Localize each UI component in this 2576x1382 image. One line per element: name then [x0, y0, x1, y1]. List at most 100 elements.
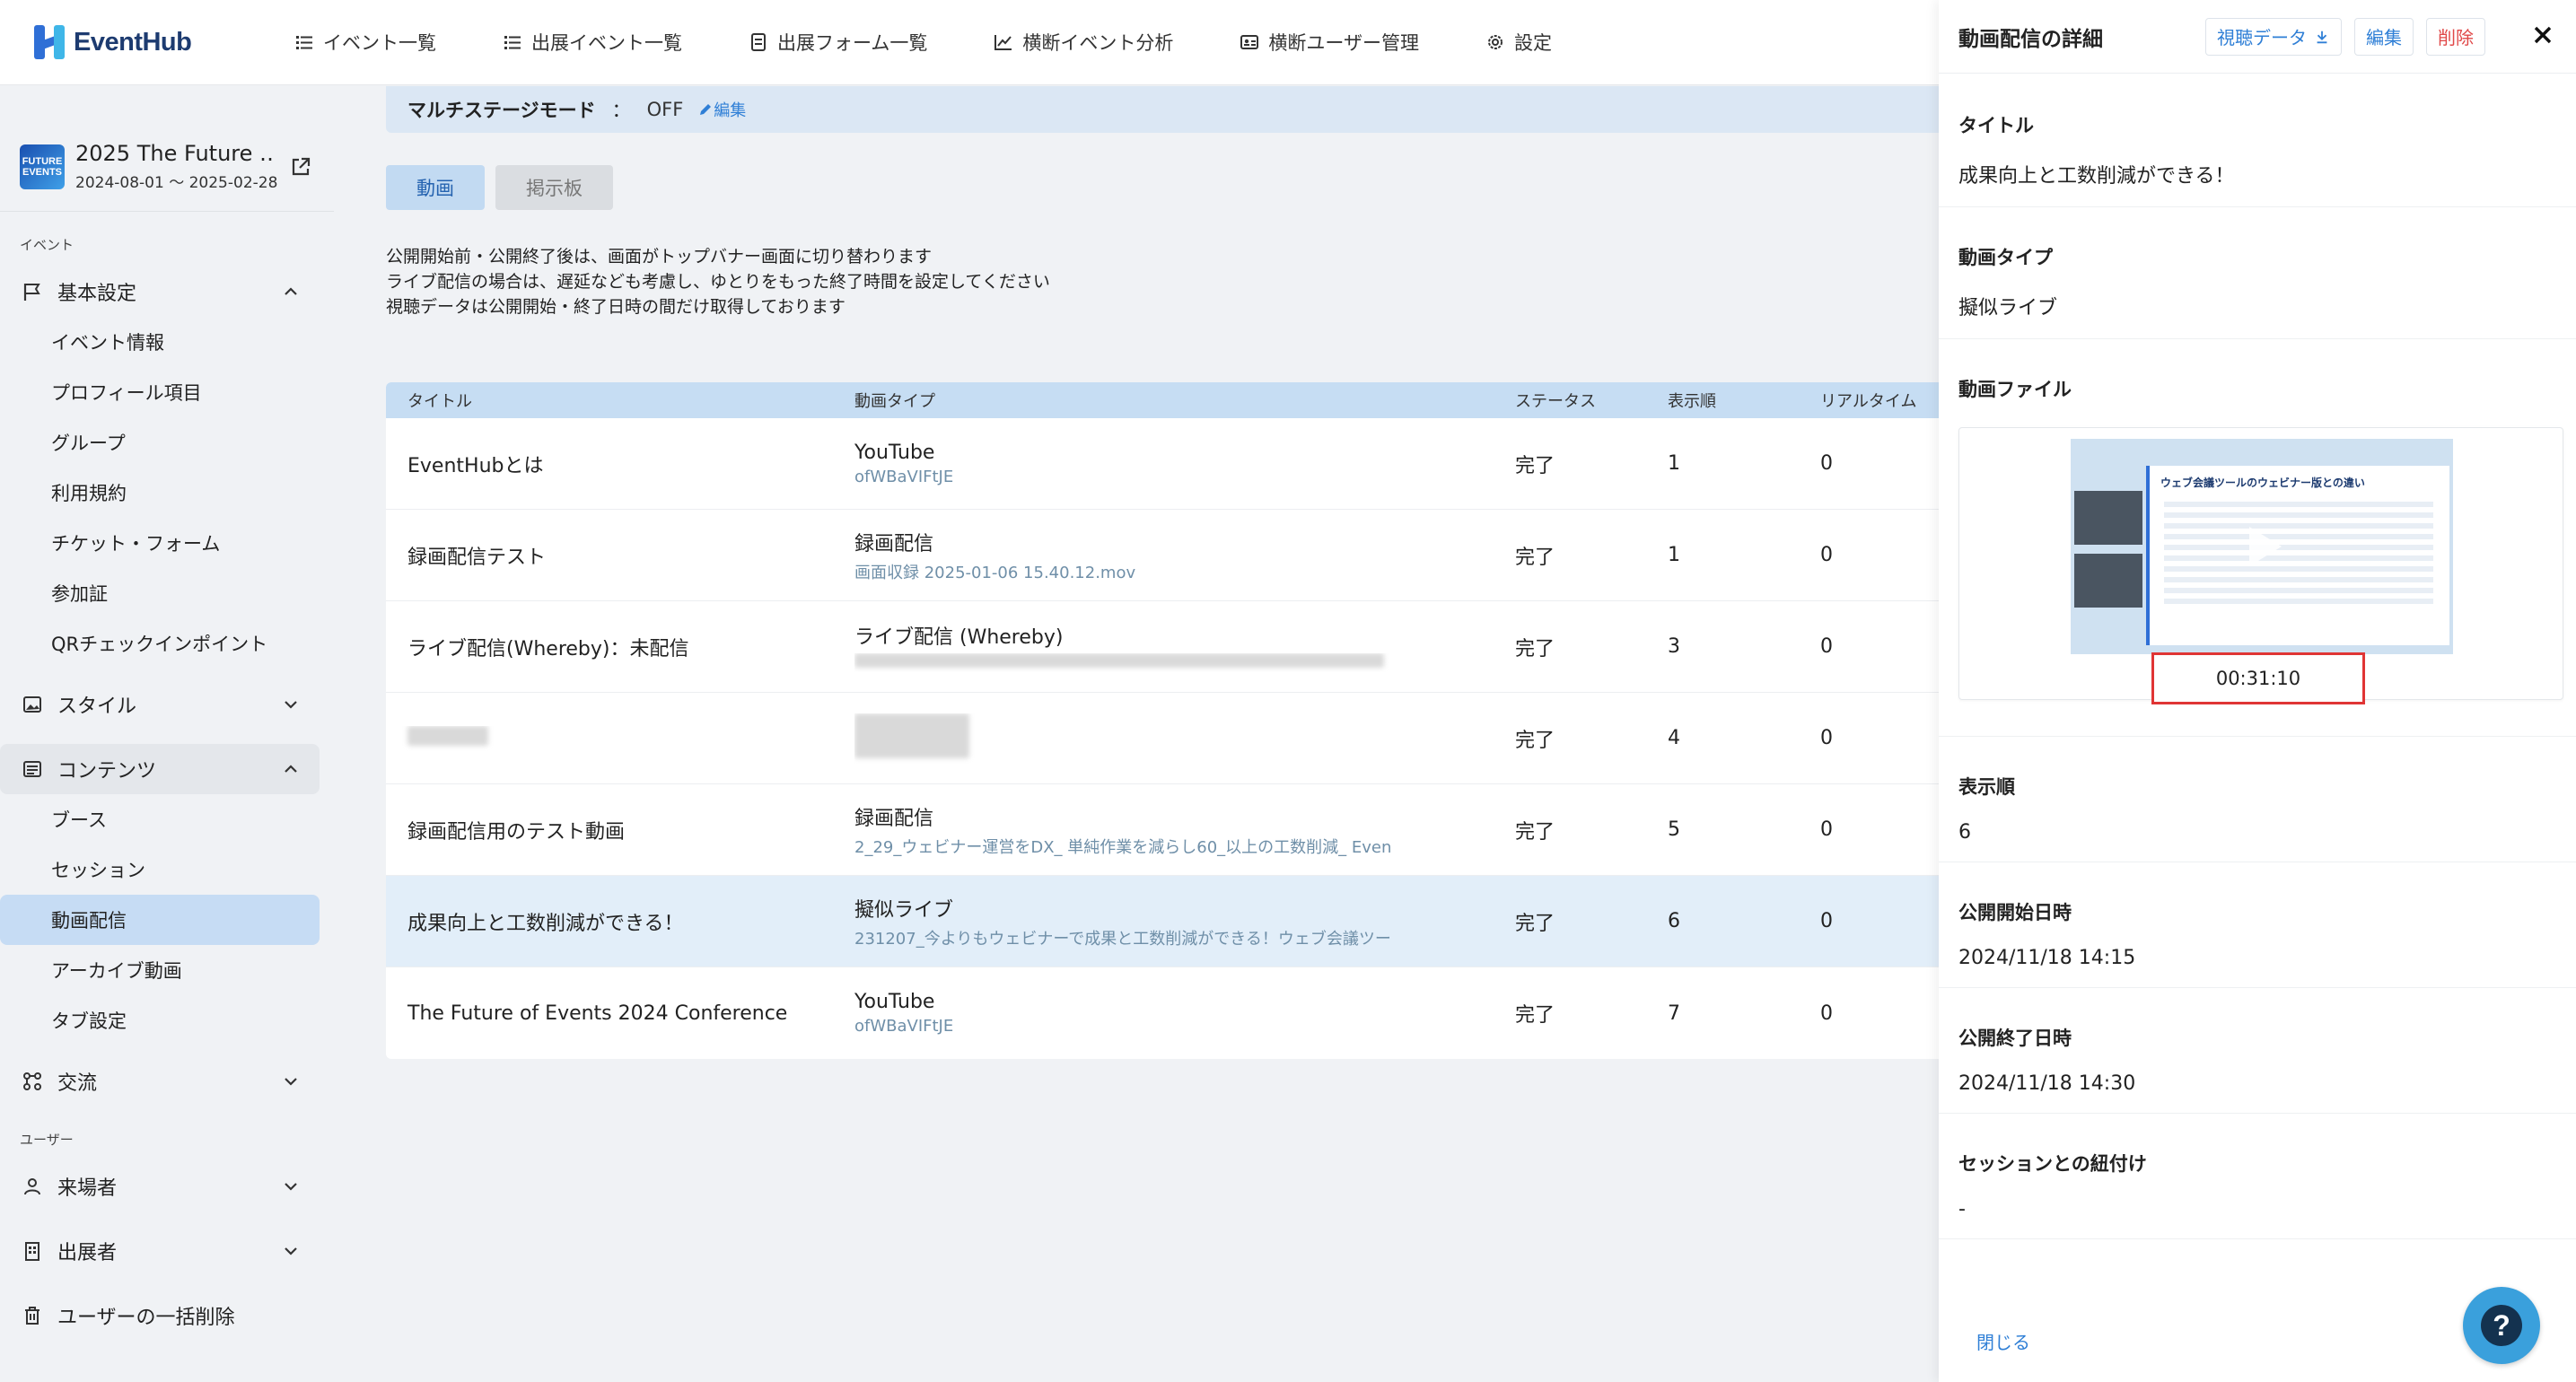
chevron-up-icon	[285, 287, 297, 295]
mode-value: OFF	[646, 99, 684, 120]
cell-title: 録画配信用のテスト動画	[407, 820, 626, 844]
panel-header: 動画配信の詳細 視聴データ 編集 削除	[1939, 0, 2576, 74]
sidebar-item-terms[interactable]: 利用規約	[0, 468, 320, 518]
speaker-tile	[2074, 491, 2142, 545]
table-row[interactable]: The Future of Events 2024 Conference You…	[386, 967, 1948, 1059]
mode-edit-label: 編集	[714, 101, 747, 120]
table-row[interactable]: ライブ配信(Whereby)：未配信 ライブ配信 (Whereby) 完了 3 …	[386, 601, 1948, 693]
sidebar-group-visitors[interactable]: 来場者	[0, 1161, 320, 1211]
help-button[interactable]: ?	[2463, 1287, 2540, 1364]
sidebar-group-label: 出展者	[57, 1242, 118, 1264]
external-link-icon[interactable]	[289, 155, 312, 179]
sidebar-item-archive-video[interactable]: アーカイブ動画	[0, 945, 320, 995]
column-header-order[interactable]: 表示順	[1668, 389, 1820, 412]
sidebar-group-exchange[interactable]: 交流	[0, 1056, 320, 1106]
sidebar-item-video-streaming[interactable]: 動画配信	[0, 895, 320, 945]
sidebar-group-label: 交流	[57, 1072, 98, 1095]
sidebar-item-badge[interactable]: 参加証	[0, 568, 320, 618]
event-thumbnail: FUTURE EVENTS	[20, 144, 65, 189]
table-row[interactable]: 録画配信用のテスト動画 録画配信 2_29_ウェビナー運営をDX_ 単純作業を減ら…	[386, 784, 1948, 876]
sidebar: FUTURE EVENTS 2025 The Future … 2024-08-…	[0, 86, 334, 1382]
table-row[interactable]: 録画配信テスト 録画配信 画面収録 2025-01-06 15.40.12.mov…	[386, 510, 1948, 601]
nav-label: 横断イベント分析	[1022, 32, 1174, 54]
cell-status: 完了	[1515, 729, 1555, 752]
video-thumbnail: ウェブ会議ツールのウェビナー版との違い	[2071, 439, 2453, 654]
sidebar-item-session[interactable]: セッション	[0, 844, 320, 895]
mode-edit-link[interactable]: 編集	[697, 98, 746, 121]
close-link[interactable]: 閉じる	[1976, 1328, 2030, 1354]
sidebar-item-event-info[interactable]: イベント情報	[0, 317, 320, 367]
app-logo[interactable]: EventHub	[34, 25, 294, 59]
chart-icon	[994, 32, 1013, 52]
id-card-icon	[1240, 32, 1259, 52]
sidebar-item-tab-settings[interactable]: タブ設定	[0, 995, 320, 1045]
sidebar-item-booth[interactable]: ブース	[0, 794, 320, 844]
nav-exhibit-event-list[interactable]: 出展イベント一覧	[503, 29, 682, 56]
notes: 公開開始前・公開終了後は、画面がトップバナー画面に切り替わります ライブ配信の場…	[386, 244, 1050, 319]
flag-icon	[22, 281, 43, 302]
column-header-type[interactable]: 動画タイプ	[854, 389, 1515, 412]
cell-order: 7	[1668, 1002, 1680, 1025]
nav-cross-event-analytics[interactable]: 横断イベント分析	[994, 29, 1173, 56]
nav-event-list[interactable]: イベント一覧	[294, 29, 436, 56]
cell-type: YouTube	[854, 991, 935, 1013]
nav-settings[interactable]: 設定	[1485, 29, 1552, 56]
sidebar-group-basic-settings[interactable]: 基本設定	[0, 267, 320, 317]
redacted-text	[854, 653, 1384, 668]
sidebar-item-profile-fields[interactable]: プロフィール項目	[0, 367, 320, 417]
pencil-icon	[700, 104, 712, 115]
video-table: タイトル 動画タイプ ステータス 表示順 リアルタイム EventHubとは Y…	[386, 382, 1948, 1059]
field-value: 成果向上と工数削減ができる！	[1958, 165, 2235, 188]
cell-type: ライブ配信 (Whereby)	[854, 626, 1064, 649]
chevron-down-icon	[285, 701, 297, 709]
cell-title: ライブ配信(Whereby)：未配信	[407, 637, 689, 660]
cell-realtime: 0	[1820, 452, 1833, 475]
cell-status: 完了	[1515, 454, 1555, 477]
column-header-title[interactable]: タイトル	[386, 389, 854, 412]
tab-video[interactable]: 動画	[386, 165, 485, 210]
nav-label: 出展フォーム一覧	[777, 32, 928, 54]
edit-button[interactable]: 編集	[2354, 17, 2414, 56]
field-label: 公開開始日時	[1958, 902, 2072, 923]
table-row[interactable]: EventHubとは YouTube ofWBaVIFtJE 完了 1 0	[386, 418, 1948, 510]
tab-bulletin-board[interactable]: 掲示板	[495, 165, 613, 210]
panel-title: 動画配信の詳細	[1958, 27, 2103, 51]
section-label-user: ユーザー	[20, 1132, 74, 1148]
document-icon	[749, 32, 768, 52]
download-icon	[2317, 31, 2327, 43]
close-icon[interactable]	[2529, 22, 2556, 48]
person-icon	[22, 1176, 43, 1197]
sidebar-group-exhibitors[interactable]: 出展者	[0, 1226, 320, 1276]
cell-realtime: 0	[1820, 544, 1833, 566]
table-row[interactable]: 完了 4 0	[386, 693, 1948, 784]
cell-realtime: 0	[1820, 910, 1833, 932]
gear-icon	[1485, 32, 1505, 52]
field-display-order: 表示順 6	[1939, 736, 2576, 862]
sidebar-group-style[interactable]: スタイル	[0, 679, 320, 730]
view-data-button[interactable]: 視聴データ	[2205, 17, 2342, 56]
sidebar-group-label: 来場者	[57, 1177, 118, 1200]
delete-button[interactable]: 削除	[2426, 17, 2485, 56]
field-publish-end: 公開終了日時 2024/11/18 14:30	[1939, 988, 2576, 1114]
top-header: EventHub イベント一覧 出展イベント一覧 出展フォーム一覧 横断イベント…	[0, 0, 1939, 85]
sidebar-group-contents[interactable]: コンテンツ	[0, 744, 320, 794]
sidebar-item-qr-checkin[interactable]: QRチェックインポイント	[0, 618, 320, 669]
play-icon[interactable]	[2235, 520, 2289, 573]
sidebar-item-groups[interactable]: グループ	[0, 417, 320, 468]
nav-cross-user-management[interactable]: 横断ユーザー管理	[1240, 29, 1419, 56]
cell-order: 1	[1668, 452, 1680, 475]
field-label: タイトル	[1958, 115, 2034, 136]
video-preview[interactable]: ウェブ会議ツールのウェビナー版との違い 00:31:10	[1958, 427, 2563, 704]
column-header-realtime[interactable]: リアルタイム	[1820, 389, 1948, 412]
table-row-selected[interactable]: 成果向上と工数削減ができる！ 擬似ライブ 231207_今よりもウェビナーで成果と…	[386, 876, 1948, 967]
sidebar-item-bulk-delete-users[interactable]: ユーザーの一括削除	[0, 1290, 320, 1341]
chevron-down-icon	[285, 1078, 297, 1086]
image-icon	[22, 694, 43, 715]
sidebar-group-label: コンテンツ	[57, 760, 157, 783]
event-card: FUTURE EVENTS 2025 The Future … 2024-08-…	[0, 86, 334, 212]
column-header-status[interactable]: ステータス	[1515, 389, 1668, 412]
nav-exhibit-form-list[interactable]: 出展フォーム一覧	[749, 29, 927, 56]
sidebar-item-ticket-form[interactable]: チケット・フォーム	[0, 518, 320, 568]
cell-type: YouTube	[854, 441, 935, 464]
eventhub-logo-icon	[34, 25, 66, 59]
